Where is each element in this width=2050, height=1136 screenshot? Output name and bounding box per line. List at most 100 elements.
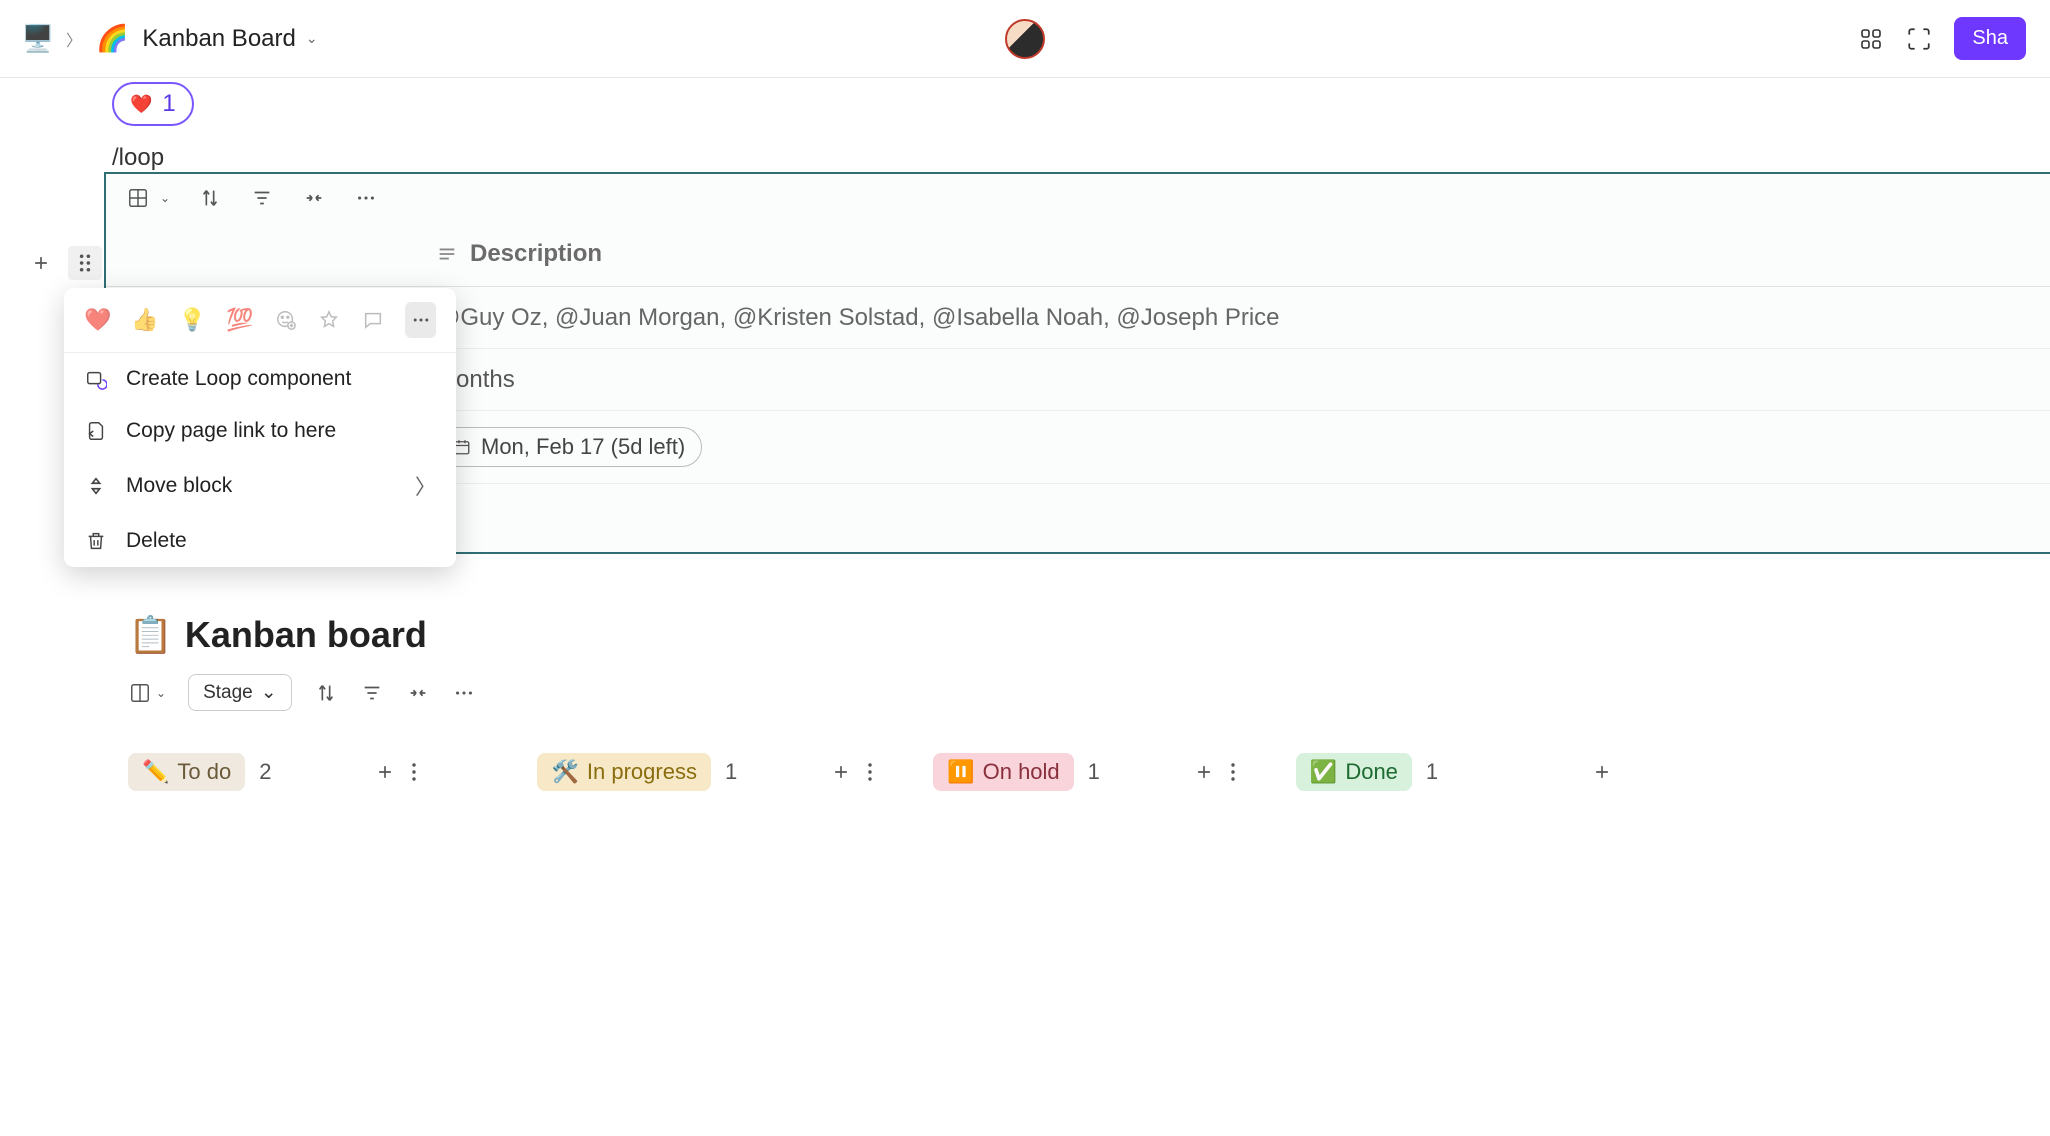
heart-icon: ❤️ xyxy=(130,94,152,115)
column-label: Done xyxy=(1345,759,1398,785)
filter-icon[interactable] xyxy=(360,681,384,705)
more-icon[interactable] xyxy=(452,681,476,705)
reaction-count: 1 xyxy=(162,90,175,118)
column-more-icon[interactable] xyxy=(1230,762,1236,782)
kanban-section: 📋 Kanban board ⌄ Stage ⌄ xyxy=(128,614,2050,791)
page-link-icon xyxy=(84,420,108,442)
date-chip-label: Mon, Feb 17 (5d left) xyxy=(481,434,685,460)
column-header-pill[interactable]: ✏️ To do xyxy=(128,753,245,791)
block-context-menu: ❤️ 👍 💡 💯 Create Loop component xyxy=(64,288,456,567)
thumbs-up-icon[interactable]: 👍 xyxy=(131,306,158,334)
menu-delete[interactable]: Delete xyxy=(64,515,456,567)
selection-icon[interactable] xyxy=(1906,26,1932,52)
sort-icon[interactable] xyxy=(198,186,222,210)
menu-label: Delete xyxy=(126,529,187,553)
heart-icon[interactable]: ❤️ xyxy=(84,306,111,334)
column-label: To do xyxy=(177,759,231,785)
kanban-columns: ✏️ To do 2 🛠️ In progress 1 xyxy=(128,753,2050,791)
column-actions xyxy=(1194,762,1236,782)
column-todo: ✏️ To do 2 xyxy=(128,753,417,791)
drag-handle-icon[interactable] xyxy=(68,246,102,280)
board-view-icon[interactable] xyxy=(128,681,152,705)
column-label: On hold xyxy=(983,759,1060,785)
comment-icon[interactable] xyxy=(361,306,385,334)
date-chip[interactable]: Mon, Feb 17 (5d left) xyxy=(436,427,702,467)
column-actions xyxy=(375,762,417,782)
slash-command-text: /loop xyxy=(112,144,2050,172)
filter-icon[interactable] xyxy=(250,186,274,210)
column-more-icon[interactable] xyxy=(867,762,873,782)
page-emoji-icon[interactable]: 🌈 xyxy=(96,23,128,54)
emoji-add-icon[interactable] xyxy=(274,306,298,334)
pencil-icon: ✏️ xyxy=(142,759,169,785)
menu-create-loop[interactable]: Create Loop component xyxy=(64,353,456,405)
hundred-icon[interactable]: 💯 xyxy=(226,306,253,334)
app-grid-icon[interactable] xyxy=(1858,26,1884,52)
text-column-icon xyxy=(436,243,458,265)
tools-icon: 🛠️ xyxy=(551,759,578,785)
column-count: 1 xyxy=(1426,759,1438,785)
add-card-button[interactable] xyxy=(375,762,395,782)
add-card-button[interactable] xyxy=(1194,762,1214,782)
menu-label: Create Loop component xyxy=(126,367,351,391)
column-header-pill[interactable]: ⏸️ On hold xyxy=(933,753,1073,791)
column-actions xyxy=(1592,762,1612,782)
chevron-down-icon[interactable]: ⌄ xyxy=(156,686,166,700)
table-view-icon[interactable] xyxy=(126,186,150,210)
expand-icon[interactable] xyxy=(302,186,326,210)
avatar[interactable] xyxy=(1005,19,1045,59)
column-header-label: Description xyxy=(470,240,602,268)
menu-copy-link[interactable]: Copy page link to here xyxy=(64,405,456,457)
add-block-button[interactable] xyxy=(24,246,58,280)
kanban-toolbar: ⌄ Stage ⌄ xyxy=(128,674,2050,711)
move-icon xyxy=(84,475,108,497)
sort-icon[interactable] xyxy=(314,681,338,705)
share-button[interactable]: Sha xyxy=(1954,17,2026,60)
menu-move-block[interactable]: Move block 〉 xyxy=(64,457,456,515)
reaction-chip[interactable]: ❤️ 1 xyxy=(112,82,194,126)
topbar-actions: Sha xyxy=(1858,17,2026,60)
chevron-down-icon: ⌄ xyxy=(261,681,277,704)
chevron-right-icon: 〉 xyxy=(415,471,436,501)
presence xyxy=(1005,19,1045,59)
chevron-right-icon: 〉 xyxy=(66,27,82,51)
bulb-icon[interactable]: 💡 xyxy=(179,306,206,334)
more-icon[interactable] xyxy=(405,302,436,338)
breadcrumb: 🖥️ 〉 🌈 Kanban Board ⌄ xyxy=(24,23,318,54)
top-bar: 🖥️ 〉 🌈 Kanban Board ⌄ Sha xyxy=(0,0,2050,78)
column-on-hold: ⏸️ On hold 1 xyxy=(933,753,1236,791)
chevron-down-icon[interactable]: ⌄ xyxy=(160,191,170,205)
check-icon: ✅ xyxy=(1310,759,1337,785)
add-card-button[interactable] xyxy=(831,762,851,782)
stage-selector[interactable]: Stage ⌄ xyxy=(188,674,292,711)
column-header-pill[interactable]: ✅ Done xyxy=(1296,753,1412,791)
reaction-picker: ❤️ 👍 💡 💯 xyxy=(64,288,456,353)
menu-label: Move block xyxy=(126,474,232,498)
expand-icon[interactable] xyxy=(406,681,430,705)
stage-label: Stage xyxy=(203,682,253,704)
menu-label: Copy page link to here xyxy=(126,419,336,443)
column-more-icon[interactable] xyxy=(411,762,417,782)
page-title-button[interactable]: Kanban Board ⌄ xyxy=(142,25,317,53)
workspace-icon[interactable]: 🖥️ xyxy=(24,25,52,53)
column-header[interactable]: Description xyxy=(106,222,2050,287)
column-in-progress: 🛠️ In progress 1 xyxy=(537,753,873,791)
star-icon[interactable] xyxy=(318,306,342,334)
pause-icon: ⏸️ xyxy=(947,759,974,785)
kanban-title: 📋 Kanban board xyxy=(128,614,2050,656)
table-toolbar: ⌄ xyxy=(106,174,2050,222)
chevron-down-icon: ⌄ xyxy=(306,30,318,47)
column-count: 1 xyxy=(725,759,737,785)
column-actions xyxy=(831,762,873,782)
column-count: 1 xyxy=(1088,759,1100,785)
loop-component-icon xyxy=(84,368,108,390)
column-done: ✅ Done 1 xyxy=(1296,753,1612,791)
column-header-pill[interactable]: 🛠️ In progress xyxy=(537,753,710,791)
more-icon[interactable] xyxy=(354,186,378,210)
trash-icon xyxy=(84,530,108,552)
clipboard-icon: 📋 xyxy=(128,614,173,656)
kanban-title-text: Kanban board xyxy=(185,614,427,656)
column-count: 2 xyxy=(259,759,271,785)
add-card-button[interactable] xyxy=(1592,762,1612,782)
column-label: In progress xyxy=(587,759,697,785)
